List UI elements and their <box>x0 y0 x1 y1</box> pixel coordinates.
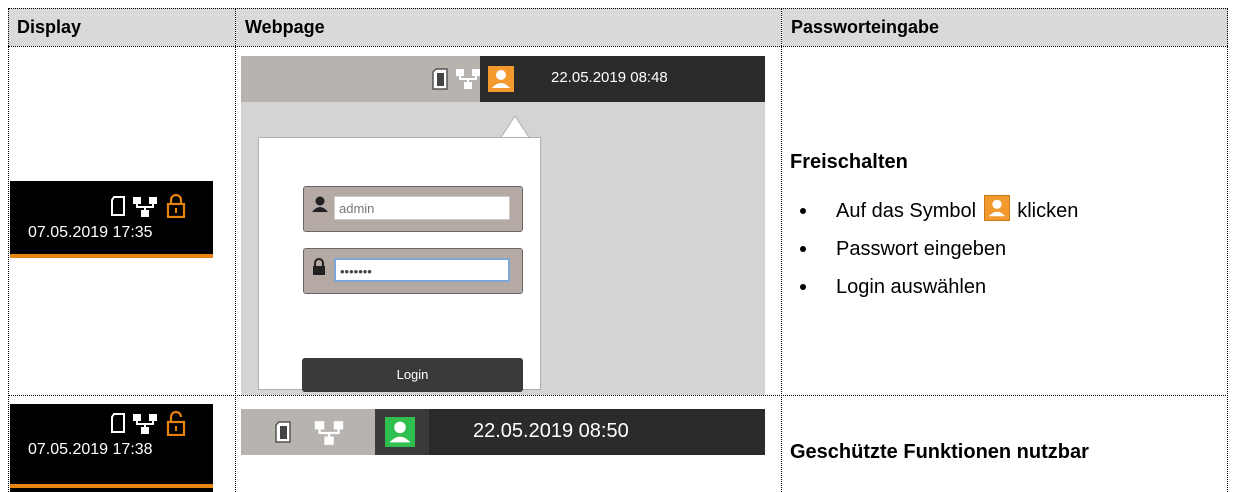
step-item: Auf das Symbol klicken <box>790 192 1078 230</box>
display-screen-unlocked: 07.05.2019 17:38 <box>10 404 213 492</box>
header-password: Passworteingabe <box>782 8 1228 46</box>
webpage-topbar-unlocked: 22.05.2019 08:50 <box>241 409 765 455</box>
grid-line <box>781 8 782 492</box>
display-datetime: 07.05.2019 17:38 <box>28 441 153 458</box>
step-text: Passwort eingeben <box>836 238 1007 260</box>
header-webpage: Webpage <box>236 8 781 46</box>
step-text: Login auswählen <box>836 276 987 298</box>
step-item: Passwort eingeben <box>790 230 1078 268</box>
sd-card-icon <box>111 196 125 216</box>
user-icon <box>312 196 328 212</box>
username-input[interactable]: admin <box>334 196 510 220</box>
steps-list: Auf das Symbol klicken Passwort eingeben… <box>790 192 1078 306</box>
password-field: ••••••• <box>303 248 523 294</box>
login-popup: admin ••••••• Login <box>258 137 541 392</box>
user-login-button[interactable] <box>480 56 522 102</box>
lock-icon <box>166 194 186 218</box>
section-title-unlock: Freischalten <box>790 151 908 173</box>
step-text: klicken <box>1017 200 1079 222</box>
password-input[interactable]: ••••••• <box>334 258 510 282</box>
status-bar <box>10 254 213 258</box>
login-button[interactable]: Login <box>302 358 523 392</box>
grid-line <box>1227 8 1228 492</box>
step-text: Auf das Symbol <box>836 200 977 222</box>
display-datetime: 07.05.2019 17:35 <box>28 224 153 241</box>
display-screen-locked: 07.05.2019 17:35 <box>10 181 213 258</box>
web-datetime: 22.05.2019 08:48 <box>551 69 668 86</box>
network-icon <box>133 414 157 434</box>
grid-line <box>8 46 1228 47</box>
user-login-button[interactable] <box>375 409 429 455</box>
network-icon <box>133 197 157 217</box>
status-bar <box>10 484 213 488</box>
network-icon <box>456 69 480 89</box>
grid-line <box>8 8 9 492</box>
web-topbar <box>241 409 375 455</box>
user-icon <box>488 66 514 92</box>
section-title-protected: Geschützte Funktionen nutzbar <box>790 441 1089 463</box>
lock-icon <box>313 258 325 275</box>
sd-card-icon <box>432 68 448 90</box>
grid-line <box>235 8 236 492</box>
grid-line <box>8 8 1228 9</box>
sd-card-icon <box>275 421 291 443</box>
grid-line <box>8 395 1228 396</box>
network-icon <box>314 421 344 445</box>
user-icon <box>385 417 415 447</box>
instruction-table: Display Webpage Passworteingabe 07.05.20… <box>8 8 1228 492</box>
user-icon <box>983 195 1010 221</box>
webpage-login-mock: 22.05.2019 08:48 admin ••••••• Login <box>241 56 765 395</box>
header-display: Display <box>8 8 235 46</box>
step-item: Login auswählen <box>790 268 1078 306</box>
unlock-icon <box>166 410 186 436</box>
sd-card-icon <box>111 413 125 433</box>
username-field: admin <box>303 186 523 232</box>
web-datetime: 22.05.2019 08:50 <box>473 420 629 442</box>
